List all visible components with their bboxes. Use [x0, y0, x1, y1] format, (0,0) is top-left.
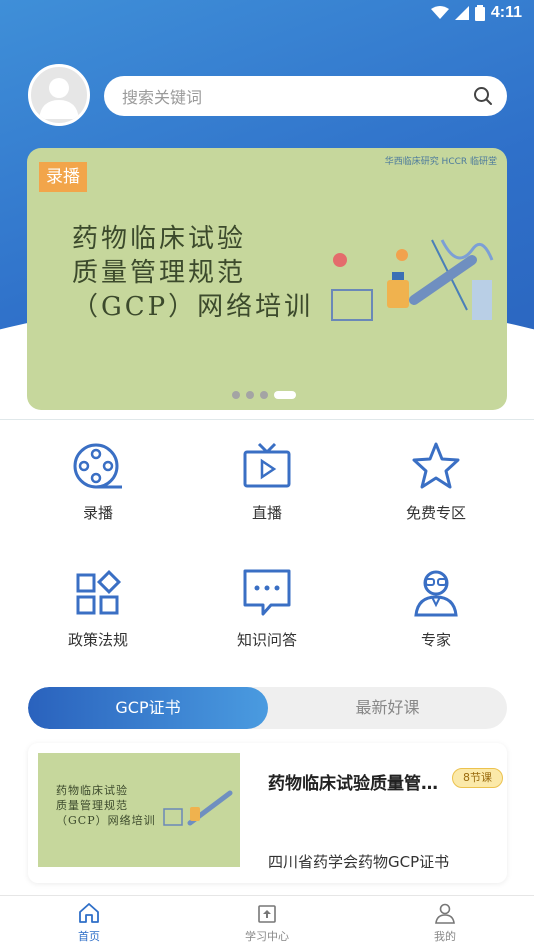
study-center-icon	[258, 905, 276, 923]
course-title: 药物临床试验质量管理规范（GCP）网络培训	[268, 774, 450, 794]
wifi-icon	[430, 6, 449, 19]
menu-label: 知识问答	[236, 631, 297, 649]
expert-icon	[414, 570, 458, 617]
course-subtitle: 四川省药学会药物GCP证书	[268, 853, 450, 871]
bottom-navigation: 首页 学习中心 我的	[0, 895, 534, 950]
tab-gcp-certificate[interactable]: GCP证书	[28, 687, 268, 729]
film-reel-icon	[73, 443, 122, 489]
carousel-dot-active[interactable]	[274, 391, 296, 399]
avatar[interactable]	[28, 64, 90, 126]
home-icon	[79, 903, 99, 923]
thumb-illustration	[163, 790, 233, 826]
clock: 4:11	[490, 4, 522, 21]
menu-policy[interactable]: 政策法规	[28, 567, 168, 667]
menu-label: 专家	[420, 631, 451, 649]
status-bar: 4:11	[0, 0, 534, 28]
nav-profile[interactable]: 我的	[385, 902, 505, 944]
carousel-dot[interactable]	[232, 391, 240, 399]
menu-qa[interactable]: 知识问答	[197, 567, 337, 667]
course-thumbnail: 药物临床试验 质量管理规范 （GCP）网络培训	[38, 753, 240, 867]
menu-label: 免费专区	[405, 504, 466, 522]
lab-illustration	[331, 239, 494, 321]
policy-grid-icon	[76, 569, 122, 615]
battery-icon	[474, 5, 485, 21]
section-divider	[0, 419, 534, 420]
banner-tag: 录播	[39, 162, 87, 192]
course-card[interactable]: 药物临床试验 质量管理规范 （GCP）网络培训 药物临床试验质量管理规范（GCP…	[28, 743, 507, 883]
signal-icon	[454, 6, 469, 20]
menu-recorded[interactable]: 录播	[28, 440, 168, 540]
menu-free[interactable]: 免费专区	[366, 440, 506, 540]
star-icon	[412, 442, 460, 489]
lesson-count-badge: 8节课	[452, 768, 503, 788]
course-tabs: GCP证书 最新好课	[28, 687, 507, 729]
search-icon[interactable]	[473, 86, 493, 106]
thumbnail-title: 药物临床试验 质量管理规范 （GCP）网络培训	[56, 784, 156, 827]
tab-latest-courses[interactable]: 最新好课	[268, 687, 507, 729]
live-tv-icon	[243, 442, 291, 488]
banner-carousel[interactable]: 录播 华西临床研究 HCCR 临研堂 药物临床试验 质量管理规范 （GCP）网络…	[27, 148, 507, 410]
nav-home[interactable]: 首页	[29, 902, 149, 944]
banner-logos: 华西临床研究 HCCR 临研堂	[384, 157, 497, 167]
carousel-indicators	[232, 391, 296, 399]
profile-icon	[435, 903, 455, 924]
menu-expert[interactable]: 专家	[366, 567, 506, 667]
nav-study-center[interactable]: 学习中心	[207, 902, 327, 944]
user-placeholder-icon	[39, 78, 79, 119]
menu-live[interactable]: 直播	[197, 440, 337, 540]
menu-label: 政策法规	[67, 631, 128, 649]
search-bar[interactable]: 搜索关键词	[104, 76, 507, 116]
carousel-dot[interactable]	[246, 391, 254, 399]
chat-bubble-icon	[243, 569, 291, 616]
banner-title: 药物临床试验 质量管理规范 （GCP）网络培训	[72, 224, 314, 322]
search-input[interactable]: 搜索关键词	[122, 84, 473, 108]
carousel-dot[interactable]	[260, 391, 268, 399]
menu-label: 录播	[82, 504, 113, 522]
menu-label: 直播	[251, 504, 282, 522]
